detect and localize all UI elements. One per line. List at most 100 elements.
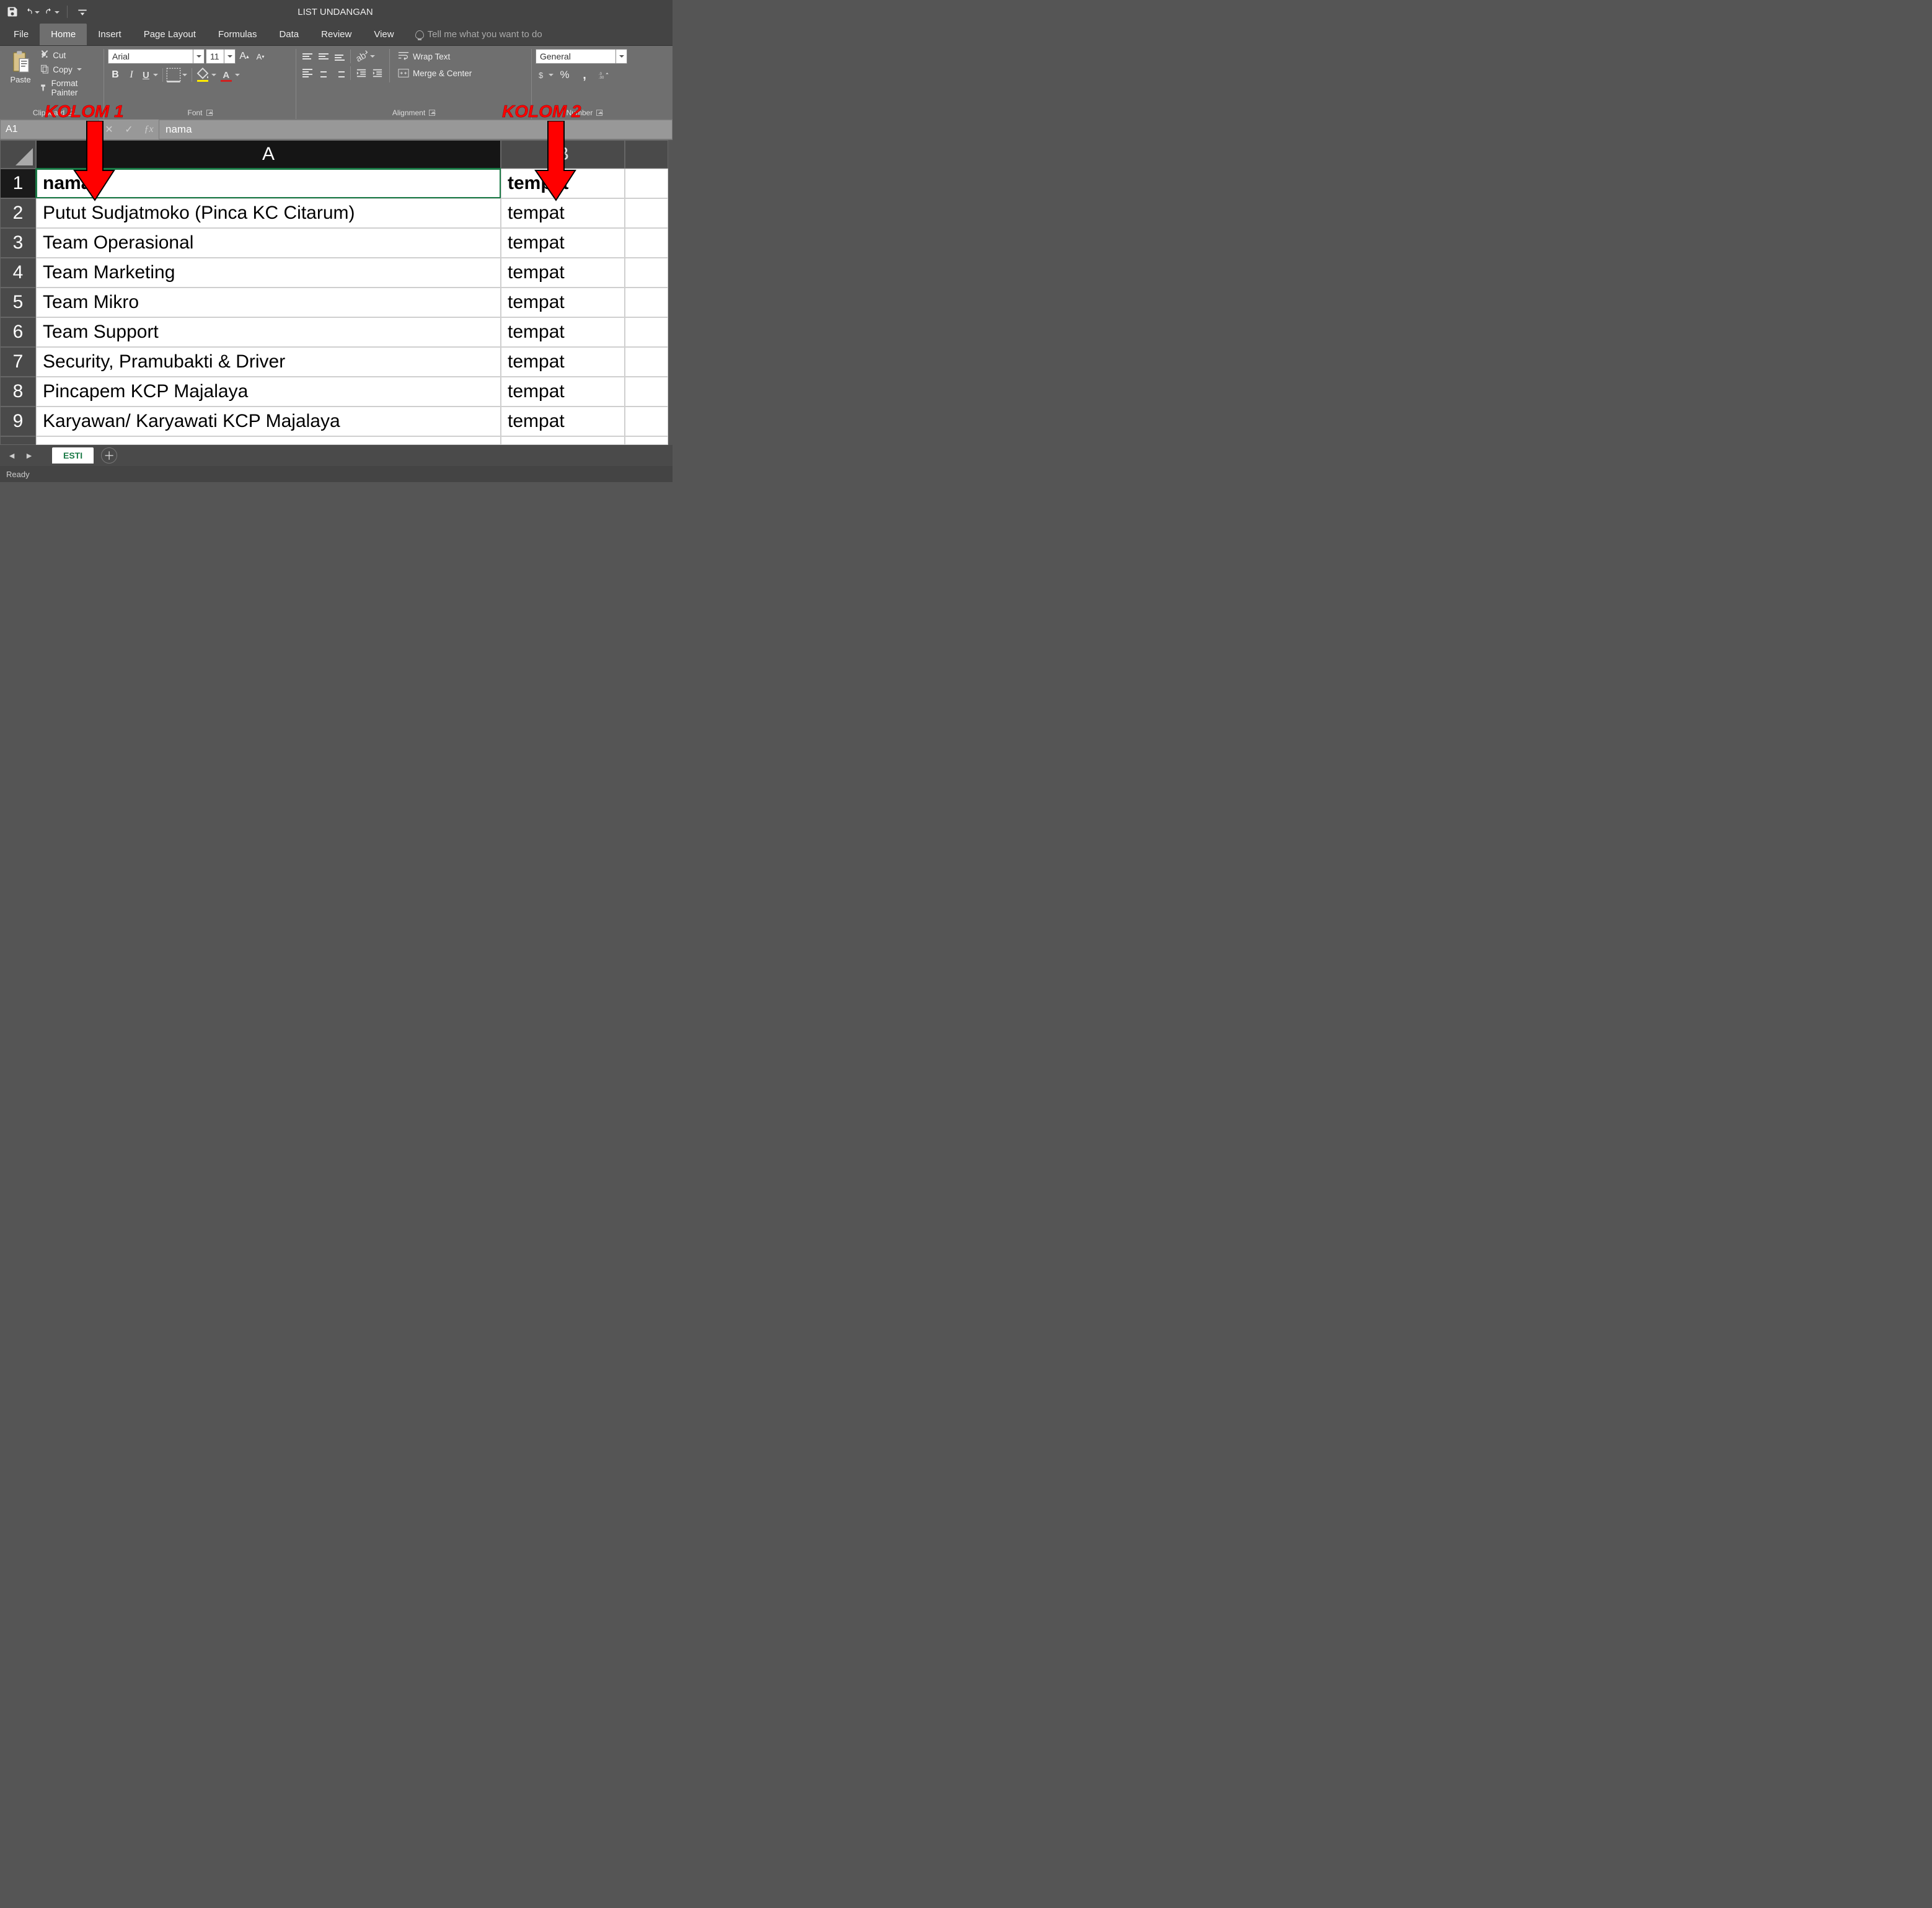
column-header-b[interactable]: B: [501, 140, 625, 169]
align-top-button[interactable]: [300, 49, 315, 64]
tab-file[interactable]: File: [2, 24, 40, 45]
formula-input[interactable]: nama: [159, 120, 673, 139]
customize-qat-icon[interactable]: [75, 4, 90, 19]
cell[interactable]: Team Support: [36, 317, 501, 347]
tab-insert[interactable]: Insert: [87, 24, 133, 45]
chevron-down-icon[interactable]: [224, 49, 236, 64]
font-color-button[interactable]: A: [219, 68, 241, 82]
copy-button[interactable]: Copy: [37, 63, 100, 76]
increase-font-button[interactable]: A▴: [237, 49, 252, 64]
tab-home[interactable]: Home: [40, 24, 87, 45]
row-header[interactable]: [0, 436, 36, 445]
sheet-nav-next[interactable]: ►: [21, 447, 37, 464]
tab-data[interactable]: Data: [268, 24, 310, 45]
tab-review[interactable]: Review: [310, 24, 363, 45]
cell[interactable]: [501, 436, 625, 445]
name-box[interactable]: A1: [0, 120, 87, 139]
sheet-nav-prev[interactable]: ◄: [4, 447, 20, 464]
format-painter-button[interactable]: Format Painter: [37, 77, 100, 99]
font-size-combo[interactable]: [206, 49, 236, 64]
cell-a1[interactable]: nama: [36, 169, 501, 198]
wrap-text-button[interactable]: Wrap Text: [394, 49, 479, 64]
cut-button[interactable]: Cut: [37, 49, 100, 61]
cell[interactable]: Putut Sudjatmoko (Pinca KC Citarum): [36, 198, 501, 228]
chevron-down-icon[interactable]: [193, 49, 205, 64]
increase-indent-button[interactable]: [370, 66, 385, 81]
name-box-dropdown[interactable]: [87, 120, 99, 139]
number-format-input[interactable]: [536, 49, 616, 64]
row-header[interactable]: 1: [0, 169, 36, 198]
accounting-format-button[interactable]: $: [536, 68, 554, 82]
sheet-tab-active[interactable]: ESTI: [52, 447, 94, 464]
align-center-button[interactable]: [316, 66, 331, 81]
orientation-button[interactable]: ab: [354, 49, 376, 64]
cell[interactable]: tempat: [501, 347, 625, 377]
cell[interactable]: [36, 436, 501, 445]
cell[interactable]: Pincapem KCP Majalaya: [36, 377, 501, 407]
row-header[interactable]: 7: [0, 347, 36, 377]
align-middle-button[interactable]: [316, 49, 331, 64]
cell[interactable]: tempat: [501, 228, 625, 258]
tab-page-layout[interactable]: Page Layout: [133, 24, 207, 45]
borders-button[interactable]: [166, 68, 188, 82]
align-bottom-button[interactable]: [332, 49, 347, 64]
chevron-down-icon[interactable]: [616, 49, 627, 64]
merge-center-button[interactable]: Merge & Center: [394, 66, 479, 81]
decrease-indent-button[interactable]: [354, 66, 369, 81]
cell-b1[interactable]: tempat: [501, 169, 625, 198]
column-header-c[interactable]: [625, 140, 668, 169]
cell[interactable]: Team Mikro: [36, 288, 501, 317]
row-header[interactable]: 8: [0, 377, 36, 407]
add-sheet-button[interactable]: ＋: [101, 447, 117, 464]
cell[interactable]: [625, 317, 668, 347]
cell[interactable]: tempat: [501, 258, 625, 288]
cell[interactable]: [625, 198, 668, 228]
fill-color-button[interactable]: [195, 68, 218, 82]
save-icon[interactable]: [5, 4, 20, 19]
cell[interactable]: [625, 377, 668, 407]
cell[interactable]: tempat: [501, 288, 625, 317]
insert-function-button[interactable]: ƒx: [139, 120, 159, 139]
cell[interactable]: [625, 288, 668, 317]
comma-button[interactable]: ,: [575, 68, 594, 82]
row-header[interactable]: 3: [0, 228, 36, 258]
bold-button[interactable]: B: [108, 68, 123, 82]
row-header[interactable]: 5: [0, 288, 36, 317]
column-header-a[interactable]: A: [36, 140, 501, 169]
cell[interactable]: Team Operasional: [36, 228, 501, 258]
undo-icon[interactable]: [25, 4, 40, 19]
italic-button[interactable]: I: [124, 68, 139, 82]
cell[interactable]: [625, 347, 668, 377]
percent-button[interactable]: %: [555, 68, 574, 82]
row-header[interactable]: 2: [0, 198, 36, 228]
cell[interactable]: Team Marketing: [36, 258, 501, 288]
cell[interactable]: Karyawan/ Karyawati KCP Majalaya: [36, 407, 501, 436]
tab-view[interactable]: View: [363, 24, 405, 45]
align-right-button[interactable]: [332, 66, 347, 81]
paste-button[interactable]: Paste: [7, 50, 35, 84]
row-header[interactable]: 4: [0, 258, 36, 288]
underline-button[interactable]: U: [140, 68, 159, 82]
cell[interactable]: [625, 258, 668, 288]
increase-decimal-button[interactable]: .0.00: [595, 68, 614, 82]
clipboard-dialog-launcher[interactable]: [68, 110, 74, 116]
cell[interactable]: tempat: [501, 407, 625, 436]
cell[interactable]: Security, Pramubakti & Driver: [36, 347, 501, 377]
tab-formulas[interactable]: Formulas: [207, 24, 268, 45]
select-all-corner[interactable]: [0, 140, 36, 169]
cell[interactable]: [625, 407, 668, 436]
font-name-combo[interactable]: [108, 49, 205, 64]
cancel-formula-button[interactable]: ✕: [99, 120, 119, 139]
redo-icon[interactable]: [45, 4, 60, 19]
enter-formula-button[interactable]: ✓: [119, 120, 139, 139]
align-left-button[interactable]: [300, 66, 315, 81]
alignment-dialog-launcher[interactable]: [429, 110, 435, 116]
number-dialog-launcher[interactable]: [596, 110, 602, 116]
cell[interactable]: tempat: [501, 198, 625, 228]
cell[interactable]: [625, 436, 668, 445]
cell[interactable]: tempat: [501, 317, 625, 347]
font-size-input[interactable]: [206, 49, 224, 64]
decrease-font-button[interactable]: A▾: [253, 49, 268, 64]
cell[interactable]: tempat: [501, 377, 625, 407]
row-header[interactable]: 9: [0, 407, 36, 436]
